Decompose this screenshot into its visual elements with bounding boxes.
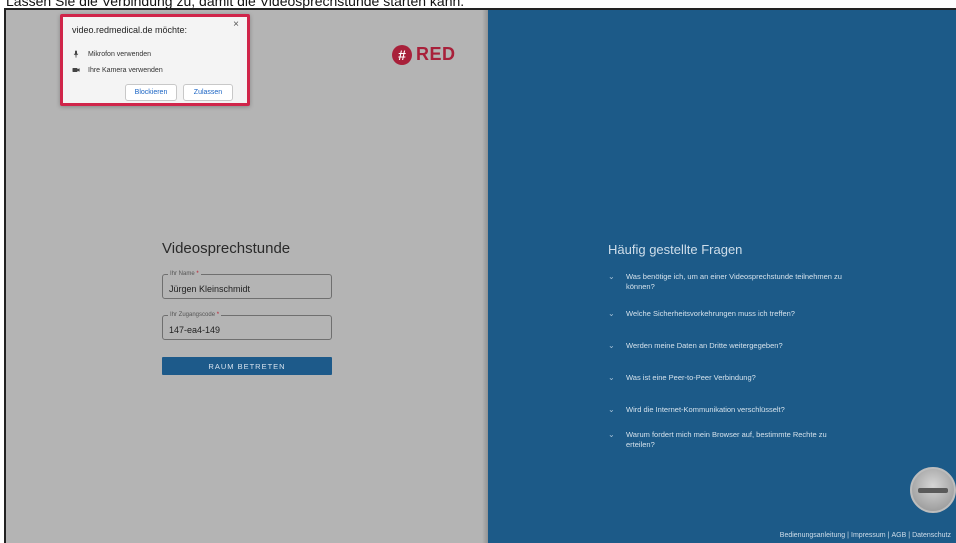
footer-separator: | — [847, 532, 849, 539]
chevron-down-icon: ⌄ — [608, 430, 615, 439]
permission-popup: video.redmedical.de möchte: × Mikrofon v… — [60, 14, 250, 106]
permission-popup-title: video.redmedical.de möchte: — [72, 25, 188, 35]
faq-item[interactable]: ⌄ Was benötige ich, um an einer Videospr… — [608, 272, 868, 292]
footer-links: Bedienungsanleitung | Impressum | AGB | Datens… — [779, 532, 952, 539]
faq-item[interactable]: ⌄ Werden meine Daten an Dritte weitergeg… — [608, 341, 868, 351]
name-label-text: Ihr Name — [170, 271, 195, 277]
page-title: Videosprechstunde — [162, 240, 291, 257]
chevron-down-icon: ⌄ — [608, 272, 615, 281]
seal-bar — [918, 487, 948, 493]
faq-question[interactable]: Wird die Internet-Kommunikation verschlü… — [626, 405, 856, 415]
faq-item[interactable]: ⌄ Was ist eine Peer-to-Peer Verbindung? — [608, 373, 868, 383]
microphone-icon — [72, 50, 80, 58]
name-field-label: Ihr Name * — [168, 270, 201, 278]
footer-link-imprint[interactable]: Impressum — [851, 532, 886, 539]
faq-item[interactable]: ⌄ Wird die Internet-Kommunikation versch… — [608, 405, 868, 415]
footer-link-manual[interactable]: Bedienungsanleitung — [780, 532, 845, 539]
allow-button[interactable]: Zulassen — [183, 84, 233, 101]
camera-icon — [72, 66, 80, 74]
faq-question[interactable]: Warum fordert mich mein Browser auf, bes… — [626, 430, 856, 450]
chevron-down-icon: ⌄ — [608, 309, 615, 318]
microphone-permission-label: Mikrofon verwenden — [88, 50, 152, 58]
access-code-field-label: Ihr Zugangscode * — [168, 311, 222, 319]
faq-panel: Häufig gestellte Fragen ⌄ Was benötige i… — [488, 10, 956, 543]
red-logo: # RED — [392, 44, 456, 65]
faq-question[interactable]: Welche Sicherheitsvorkehrungen muss ich … — [626, 309, 856, 319]
footer-separator: | — [887, 532, 890, 539]
name-input-value[interactable]: Jürgen Kleinschmidt — [169, 284, 250, 294]
access-code-label-text: Ihr Zugangscode — [170, 312, 216, 318]
camera-permission-label: Ihre Kamera verwenden — [88, 66, 163, 74]
faq-question[interactable]: Werden meine Daten an Dritte weitergegeb… — [626, 341, 856, 351]
faq-title: Häufig gestellte Fragen — [608, 242, 743, 257]
login-panel: # RED Videosprechstunde Ihr Name * Jürge… — [6, 10, 488, 543]
faq-item[interactable]: ⌄ Welche Sicherheitsvorkehrungen muss ic… — [608, 309, 868, 319]
microphone-permission-row: Mikrofon verwenden — [72, 50, 151, 58]
chevron-down-icon: ⌄ — [608, 373, 615, 382]
access-code-field[interactable]: Ihr Zugangscode * 147-ea4-149 — [162, 311, 332, 340]
close-icon[interactable]: × — [233, 19, 239, 30]
footer-link-terms[interactable]: AGB — [891, 532, 906, 539]
certification-seal-icon — [910, 467, 956, 513]
required-mark: * — [196, 271, 199, 277]
chevron-down-icon: ⌄ — [608, 405, 615, 414]
access-code-input-value[interactable]: 147-ea4-149 — [169, 325, 220, 335]
browser-viewport: # RED Videosprechstunde Ihr Name * Jürge… — [4, 8, 956, 543]
logo-badge: # — [392, 44, 412, 65]
instruction-caption: Lassen Sie die Verbindung zu, damit die … — [6, 0, 465, 9]
faq-question[interactable]: Was benötige ich, um an einer Videosprec… — [626, 272, 856, 292]
camera-permission-row: Ihre Kamera verwenden — [72, 66, 163, 74]
block-button[interactable]: Blockieren — [125, 84, 177, 101]
chevron-down-icon: ⌄ — [608, 341, 615, 350]
enter-room-button[interactable]: RAUM BETRETEN — [162, 357, 332, 375]
logo-text: RED — [416, 44, 456, 64]
faq-question[interactable]: Was ist eine Peer-to-Peer Verbindung? — [626, 373, 856, 383]
footer-link-privacy[interactable]: Datenschutz — [912, 532, 951, 539]
footer-separator: | — [908, 532, 911, 539]
faq-item[interactable]: ⌄ Warum fordert mich mein Browser auf, b… — [608, 430, 868, 450]
name-field[interactable]: Ihr Name * Jürgen Kleinschmidt — [162, 270, 332, 299]
required-mark: * — [216, 312, 220, 318]
